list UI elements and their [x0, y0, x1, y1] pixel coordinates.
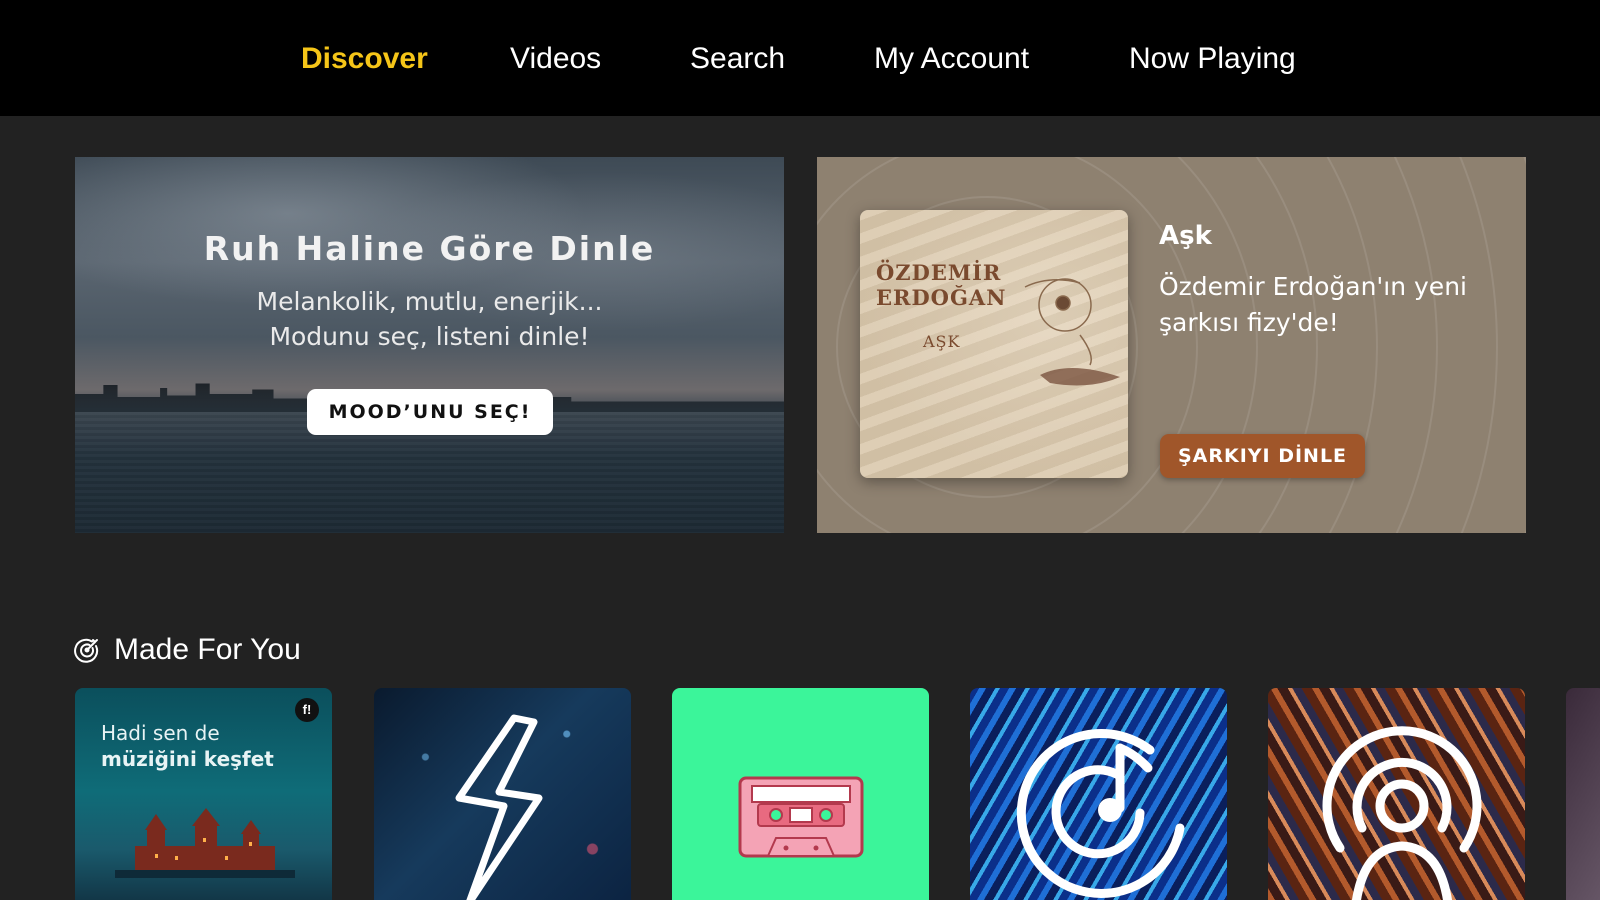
- mood-banner-subtitle-line1: Melankolik, mutlu, enerjik...: [256, 287, 603, 316]
- playlist-card-artist-radio[interactable]: [1268, 688, 1525, 900]
- new-song-banner[interactable]: ÖZDEMİR ERDOĞAN AŞK Aşk Özdemir Erdoğan'…: [817, 157, 1526, 533]
- card-caption-line2: müziğini keşfet: [101, 747, 274, 771]
- playlist-card-music-radar[interactable]: [970, 688, 1227, 900]
- song-title: Aşk: [1159, 221, 1212, 251]
- nav-tab-my-account[interactable]: My Account: [874, 42, 1029, 76]
- target-icon: [74, 638, 99, 663]
- playlist-card-energy[interactable]: [374, 688, 631, 900]
- lightning-icon: [455, 714, 543, 900]
- album-artist-name: ÖZDEMİR ERDOĞAN: [876, 260, 1007, 310]
- mood-banner-title: Ruh Haline Göre Dinle: [203, 229, 656, 268]
- cassette-icon: [738, 776, 864, 858]
- album-title: AŞK: [923, 332, 961, 351]
- card-caption: Hadi sen de müziğini keşfet: [101, 720, 274, 772]
- portrait-illustration: [1024, 278, 1120, 386]
- playlist-card-cassette[interactable]: [672, 688, 929, 900]
- mood-banner-subtitle-line2: Modunu seç, listeni dinle!: [269, 322, 590, 351]
- choose-mood-button[interactable]: MOOD’UNU SEÇ!: [307, 389, 553, 435]
- music-radar-icon: [1016, 728, 1185, 898]
- listen-song-button[interactable]: ŞARKIYI DİNLE: [1160, 434, 1365, 478]
- song-description: Özdemir Erdoğan'ın yeni şarkısı fizy'de!: [1159, 272, 1467, 337]
- mood-banner[interactable]: Ruh Haline Göre Dinle Melankolik, mutlu,…: [75, 157, 784, 533]
- nav-tab-now-playing[interactable]: Now Playing: [1129, 42, 1296, 76]
- album-cover[interactable]: ÖZDEMİR ERDOĞAN AŞK: [860, 210, 1128, 478]
- mood-banner-subtitle: Melankolik, mutlu, enerjik... Modunu seç…: [75, 284, 784, 354]
- playlist-card-partial[interactable]: [1566, 688, 1600, 900]
- nav-tab-discover[interactable]: Discover: [301, 42, 428, 76]
- fizy-logo-icon: f!: [295, 698, 319, 722]
- castle-image: [115, 808, 295, 878]
- nav-tab-videos[interactable]: Videos: [510, 42, 601, 76]
- top-navigation: Discover Videos Search My Account Now Pl…: [0, 0, 1600, 116]
- card-caption-line1: Hadi sen de: [101, 721, 220, 745]
- artist-radio-icon: [1322, 726, 1482, 900]
- nav-tab-search[interactable]: Search: [690, 42, 785, 76]
- section-title: Made For You: [114, 633, 301, 666]
- playlist-card-discover-music[interactable]: Hadi sen de müziğini keşfet f!: [75, 688, 332, 900]
- made-for-you-header: Made For You: [74, 630, 301, 670]
